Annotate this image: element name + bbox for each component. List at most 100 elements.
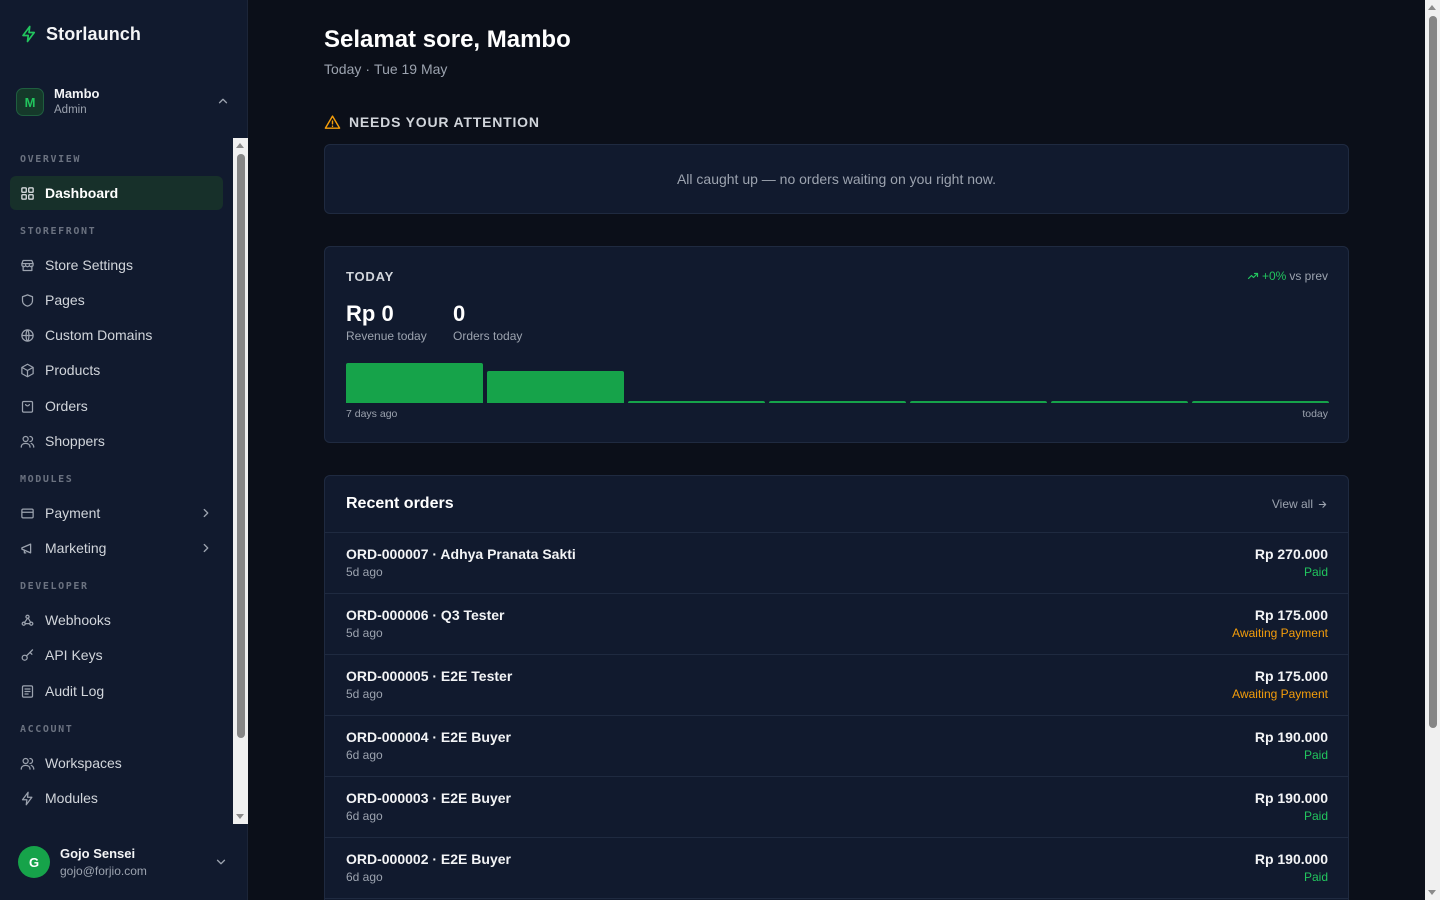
order-id-customer: ORD-000004 · E2E Buyer [346, 729, 511, 746]
main-content: Selamat sore, Mambo Today · Tue 19 May NEE… [248, 0, 1425, 900]
package-icon [21, 363, 34, 377]
table-row[interactable]: ORD-000003 · E2E Buyer 6d ago Rp 190.000 Pa… [325, 777, 1348, 838]
user-menu[interactable]: G Gojo Sensei gojo@forjio.com [18, 844, 232, 880]
scroll-thumb[interactable] [237, 154, 245, 738]
view-all-link[interactable]: View all [1272, 497, 1328, 511]
sidebar-item-orders[interactable]: Orders [10, 389, 223, 423]
order-age: 5d ago [346, 626, 383, 641]
chevron-right-icon [203, 508, 209, 518]
chevron-up-icon [218, 98, 228, 104]
order-id-customer: ORD-000007 · Adhya Pranata Sakti [346, 546, 576, 563]
workspace-role: Admin [54, 103, 87, 116]
order-amount: Rp 190.000 [1254, 729, 1328, 746]
sidebar-item-label: Modules [45, 790, 98, 806]
scroll-up-arrow[interactable] [1428, 5, 1436, 10]
table-row[interactable]: ORD-000002 · E2E Buyer 6d ago Rp 190.000 Pa… [325, 838, 1348, 899]
sidebar-item-workspaces[interactable]: Workspaces [10, 746, 223, 780]
chart-axis-start: 7 days ago [346, 408, 398, 420]
sidebar-item-label: Marketing [45, 540, 107, 556]
sidebar-item-webhooks[interactable]: Webhooks [10, 603, 223, 637]
sidebar-item-products[interactable]: Products [10, 353, 223, 387]
page-date: Today · Tue 19 May [324, 61, 448, 77]
globe-icon [21, 328, 34, 342]
sidebar-item-payment[interactable]: Payment [10, 496, 223, 530]
recent-orders-title: Recent orders [346, 495, 454, 512]
brand-name: Storlaunch [46, 23, 142, 44]
delta-suffix: vs prev [1289, 269, 1328, 283]
attention-header: NEEDS YOUR ATTENTION [324, 112, 540, 132]
chart-bar [487, 371, 624, 403]
megaphone-icon [21, 543, 32, 553]
delta-percent: +0% [1261, 269, 1287, 283]
revenue-label: Revenue today [346, 329, 427, 343]
recent-orders-header: Recent orders View all [325, 476, 1348, 533]
orders-value: 0 [453, 301, 466, 326]
chart-bar [910, 401, 1047, 403]
workspace-switcher[interactable]: M Mambo Admin [16, 82, 232, 122]
sidebar-scrollbar[interactable] [233, 138, 248, 824]
table-row[interactable]: ORD-000004 · E2E Buyer 6d ago Rp 190.000 Pa… [325, 716, 1348, 777]
sidebar-item-store-settings[interactable]: Store Settings [10, 248, 223, 282]
table-row[interactable]: ORD-000007 · Adhya Pranata Sakti 5d ago Rp… [325, 533, 1348, 594]
order-amount: Rp 270.000 [1254, 546, 1328, 563]
webhook-icon [21, 614, 34, 626]
sidebar: Storlaunch M Mambo Admin OVERVIEW Dashbo… [0, 0, 248, 900]
page-title: Selamat sore, Mambo [324, 26, 571, 53]
page-scrollbar[interactable] [1425, 0, 1440, 900]
view-all-label: View all [1271, 497, 1313, 511]
scroll-down-arrow[interactable] [1428, 890, 1436, 895]
sidebar-item-label: API Keys [45, 647, 103, 663]
chart-bar [1192, 401, 1329, 403]
key-icon [21, 648, 34, 661]
sidebar-item-label: Store Settings [45, 257, 133, 273]
order-age: 5d ago [346, 565, 383, 580]
order-age: 6d ago [346, 748, 383, 763]
bolt-logo-icon [22, 25, 36, 43]
sidebar-item-label: Audit Log [45, 683, 105, 699]
status-badge: Paid [1303, 870, 1328, 885]
warning-icon [324, 114, 341, 129]
arrow-right-icon [1318, 500, 1327, 508]
sidebar-item-audit-log[interactable]: Audit Log [10, 674, 223, 708]
shield-icon [21, 293, 34, 307]
today-label: TODAY [346, 269, 395, 284]
section-label-modules: MODULES [20, 474, 74, 485]
orders-label: Orders today [453, 329, 523, 343]
credit-card-icon [21, 508, 34, 518]
chart-bar [769, 401, 906, 403]
sidebar-item-shoppers[interactable]: Shoppers [10, 424, 223, 458]
sidebar-item-marketing[interactable]: Marketing [10, 531, 223, 565]
sidebar-item-api-keys[interactable]: API Keys [10, 638, 223, 672]
sidebar-item-custom-domains[interactable]: Custom Domains [10, 318, 223, 352]
sidebar-item-label: Shoppers [45, 433, 105, 449]
sidebar-item-pages[interactable]: Pages [10, 283, 223, 317]
chevron-down-icon [216, 859, 226, 865]
order-id-customer: ORD-000006 · Q3 Tester [346, 607, 505, 624]
order-age: 5d ago [346, 687, 383, 702]
scroll-down-arrow[interactable] [236, 814, 244, 819]
scroll-up-arrow[interactable] [236, 143, 244, 148]
scroll-thumb[interactable] [1429, 16, 1437, 728]
table-row[interactable]: ORD-000006 · Q3 Tester 5d ago Rp 175.000 Aw… [325, 594, 1348, 655]
order-id-customer: ORD-000005 · E2E Tester [346, 668, 513, 685]
order-list: ORD-000007 · Adhya Pranata Sakti 5d ago Rp… [325, 533, 1348, 899]
shopping-bag-icon [21, 400, 34, 413]
sidebar-item-label: Pages [45, 292, 85, 308]
brand[interactable]: Storlaunch [20, 22, 141, 46]
sidebar-item-modules[interactable]: Modules [10, 781, 223, 815]
users-icon [20, 435, 35, 448]
chart-bar [628, 401, 765, 403]
revenue-value: Rp 0 [346, 301, 394, 326]
table-row[interactable]: ORD-000005 · E2E Tester 5d ago Rp 175.000 A… [325, 655, 1348, 716]
section-label-account: ACCOUNT [20, 724, 74, 735]
workspace-name: Mambo [54, 86, 100, 102]
status-badge: Awaiting Payment [1232, 626, 1328, 641]
log-icon [21, 684, 34, 698]
sidebar-item-dashboard[interactable]: Dashboard [10, 176, 223, 210]
today-stats-card: TODAY +0% vs prev Rp 0 Revenue today 0 O… [324, 246, 1349, 443]
workspace-avatar: M [16, 88, 44, 116]
attention-empty-state: All caught up — no orders waiting on you… [324, 144, 1349, 214]
order-age: 6d ago [346, 809, 383, 824]
chart-bar [1051, 401, 1188, 403]
section-label-developer: DEVELOPER [20, 581, 89, 592]
